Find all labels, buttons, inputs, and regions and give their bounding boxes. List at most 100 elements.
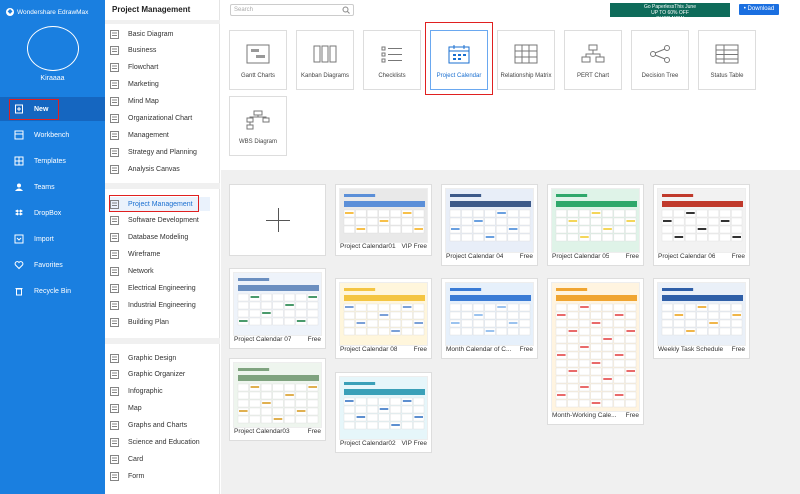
promo-banner[interactable]: Go PaperlessThis June UP TO 60% OFF SHOP… — [610, 3, 730, 22]
tile-label: Kanban Diagrams — [300, 73, 350, 79]
category-label: Analysis Canvas — [128, 165, 180, 173]
search-input[interactable]: Search — [230, 4, 354, 16]
category-item[interactable]: Building Plan — [110, 315, 210, 329]
tile-label: PERT Chart — [576, 73, 610, 79]
download-button[interactable]: • Download — [739, 4, 779, 15]
nav-new[interactable]: New — [0, 97, 105, 121]
page-title: Project Management — [112, 5, 191, 14]
divider — [105, 20, 220, 24]
tile-decision-tree[interactable]: Decision Tree — [631, 30, 689, 90]
tile-gantt-charts[interactable]: Gantt Charts — [229, 30, 287, 90]
template-card[interactable]: Project Calendar 04 Free — [441, 184, 538, 266]
category-icon — [110, 164, 119, 174]
category-item[interactable]: Infographic — [110, 385, 210, 399]
nav-favorites[interactable]: Favorites — [0, 253, 105, 277]
template-caption: Project Calendar 04 Free — [446, 253, 533, 263]
category-item[interactable]: Network — [110, 265, 210, 279]
category-item[interactable]: Flowchart — [110, 61, 210, 75]
trash-icon — [14, 286, 24, 296]
category-item[interactable]: Software Development — [110, 214, 210, 228]
template-caption: Month Calendar of C... Free — [446, 346, 533, 356]
left-sidebar: ◆ Wondershare EdrawMax Kiraaaa New Workb… — [0, 0, 105, 494]
user-name: Kiraaaa — [40, 75, 65, 82]
template-card[interactable]: Project Calendar01 VIP Free — [335, 184, 432, 256]
template-badge: Free — [625, 253, 639, 260]
category-label: Organizational Chart — [128, 115, 193, 122]
category-item[interactable]: Card — [110, 452, 210, 466]
nav-dropbox[interactable]: DropBox — [0, 201, 105, 225]
tile-relationship-matrix[interactable]: Relationship Matrix — [497, 30, 555, 90]
template-name: Project Calendar 08 — [340, 346, 398, 353]
category-item[interactable]: Science and Education — [110, 436, 210, 450]
category-item[interactable]: Basic Diagram — [110, 27, 210, 41]
category-label: Electrical Engineering — [128, 285, 196, 292]
category-item[interactable]: Business — [110, 44, 210, 58]
avatar[interactable] — [27, 26, 79, 71]
category-icon — [110, 63, 119, 73]
edrawmax-logo-icon: ◆ — [6, 8, 14, 16]
template-card[interactable]: Weekly Task Schedule Free — [653, 278, 750, 359]
tile-wbs-diagram[interactable]: WBS Diagram — [229, 96, 287, 156]
template-card[interactable]: Project Calendar02 VIP Free — [335, 372, 432, 453]
nav-teams[interactable]: Teams — [0, 175, 105, 199]
template-thumbnail — [233, 362, 322, 428]
template-thumbnail — [657, 188, 746, 253]
template-card[interactable]: Month Calendar of C... Free — [441, 278, 538, 359]
nav-templates[interactable]: Templates — [0, 149, 105, 173]
tile-status-table[interactable]: Status Table — [698, 30, 756, 90]
template-badge: Free — [625, 412, 639, 419]
category-item[interactable]: Analysis Canvas — [110, 162, 210, 176]
category-item[interactable]: Graphic Organizer — [110, 368, 210, 382]
category-item[interactable]: Electrical Engineering — [110, 282, 210, 296]
category-item[interactable]: Form — [110, 469, 210, 483]
template-badge: Free — [519, 253, 533, 260]
template-thumbnail — [339, 282, 428, 346]
template-badge: Free — [307, 428, 321, 435]
tile-checklists[interactable]: Checklists — [363, 30, 421, 90]
template-card[interactable]: Project Calendar 05 Free — [547, 184, 644, 266]
nav-label: Recycle Bin — [34, 287, 71, 295]
category-item[interactable]: Mind Map — [110, 95, 210, 109]
category-icon — [110, 421, 119, 430]
new-blank-button[interactable] — [229, 184, 326, 256]
category-item[interactable]: Strategy and Planning — [110, 145, 210, 159]
category-item[interactable]: Map — [110, 402, 210, 416]
category-item[interactable]: Marketing — [110, 78, 210, 92]
category-icon — [110, 233, 119, 243]
category-icon — [110, 130, 119, 140]
template-caption: Month-Working Cale... Free — [552, 412, 639, 422]
nav-import[interactable]: Import — [0, 227, 105, 251]
category-item[interactable]: Industrial Engineering — [110, 298, 210, 312]
nav-workbench[interactable]: Workbench — [0, 123, 105, 147]
category-item[interactable]: Graphic Design — [110, 351, 210, 365]
category-item[interactable]: Database Modeling — [110, 231, 210, 245]
template-card[interactable]: Project Calendar 07 Free — [229, 268, 326, 349]
category-label: Graphs and Charts — [128, 422, 188, 430]
template-name: Project Calendar 04 — [446, 253, 504, 260]
tile-label: Decision Tree — [641, 73, 679, 79]
category-icon — [110, 97, 119, 106]
category-icon — [110, 317, 119, 327]
nav-recycle-bin[interactable]: Recycle Bin — [0, 279, 105, 303]
divider — [105, 338, 220, 344]
category-label: Mind Map — [128, 98, 159, 106]
template-card[interactable]: Project Calendar 06 Free — [653, 184, 750, 266]
tile-pert-chart[interactable]: PERT Chart — [564, 30, 622, 90]
checklist-icon — [380, 43, 404, 65]
category-label: Management — [128, 131, 169, 139]
category-item[interactable]: Organizational Chart — [110, 112, 210, 126]
tile-kanban-diagrams[interactable]: Kanban Diagrams — [296, 30, 354, 90]
nav-label: Import — [34, 235, 54, 243]
category-item[interactable]: Management — [110, 128, 210, 142]
divider — [105, 183, 220, 189]
category-label: Map — [128, 405, 142, 413]
template-card[interactable]: Project Calendar 08 Free — [335, 278, 432, 359]
template-card[interactable]: Month-Working Cale... Free — [547, 278, 644, 425]
category-item[interactable]: Wireframe — [110, 248, 210, 262]
category-item[interactable]: Graphs and Charts — [110, 419, 210, 433]
template-name: Month Calendar of C... — [446, 346, 512, 353]
template-thumbnail — [445, 282, 534, 346]
category-label: Database Modeling — [128, 234, 189, 242]
template-card[interactable]: Project Calendar03 Free — [229, 358, 326, 441]
category-label: Flowchart — [128, 64, 159, 72]
